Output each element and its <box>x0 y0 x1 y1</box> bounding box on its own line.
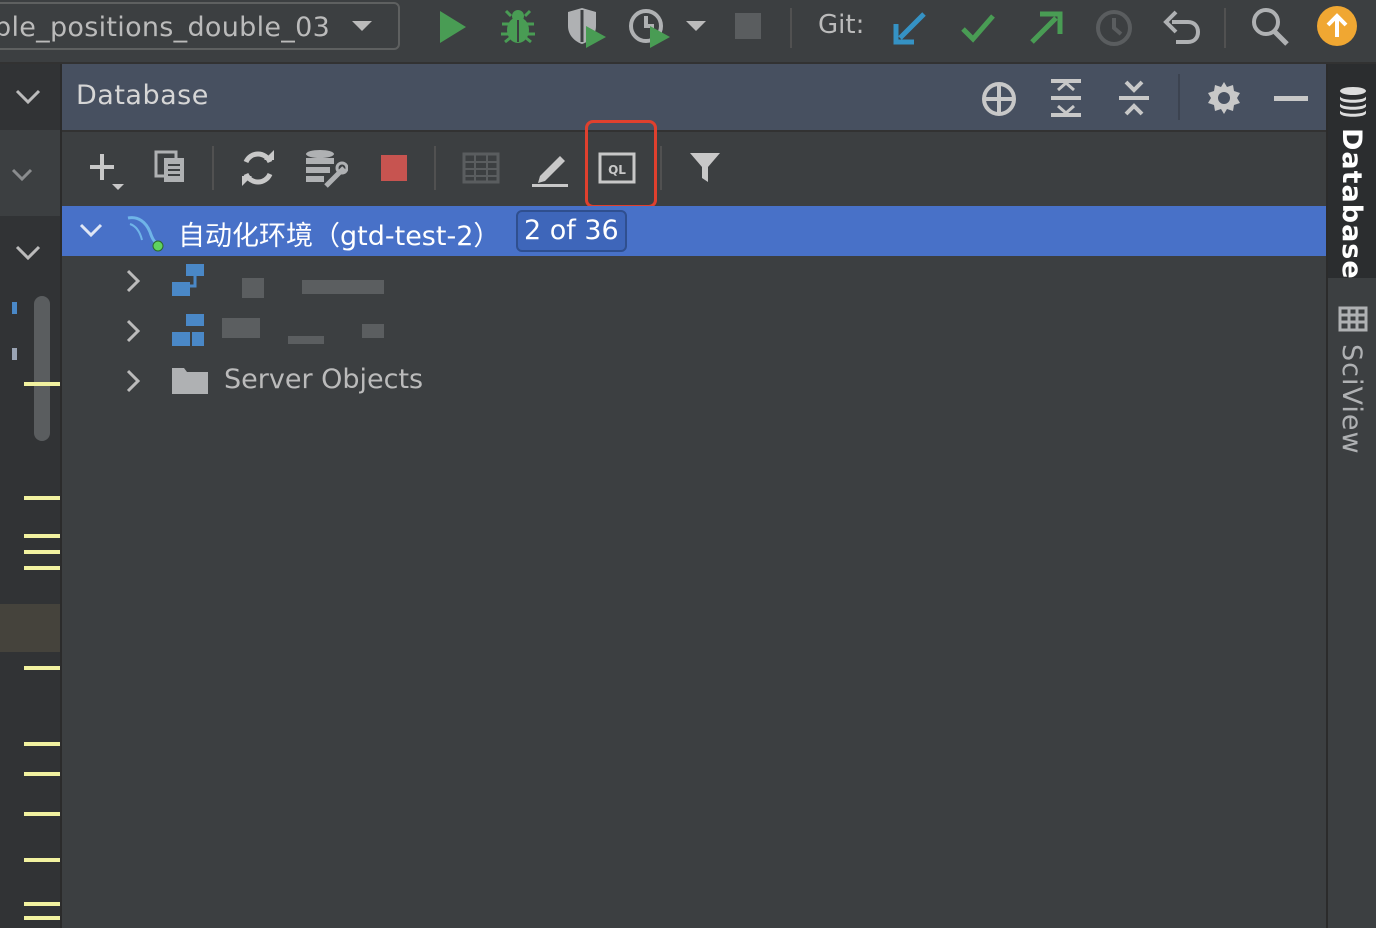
profile-icon[interactable] <box>628 6 672 50</box>
server-objects-label: Server Objects <box>224 364 424 395</box>
redacted-text <box>222 318 260 338</box>
schema-tools-icon[interactable] <box>304 148 348 188</box>
change-marker <box>12 302 17 314</box>
stop-icon[interactable] <box>734 12 762 40</box>
redacted-text <box>288 336 324 344</box>
settings-icon[interactable] <box>1206 80 1242 116</box>
gutter-mark <box>24 382 60 386</box>
sciview-icon <box>1338 306 1368 332</box>
run-configuration-label: ble_positions_double_03 <box>0 12 331 43</box>
tool-tab-database[interactable]: Database <box>1328 64 1376 280</box>
dropdown-arrow-icon <box>350 18 374 34</box>
gutter-scrollbar[interactable] <box>34 296 50 441</box>
schema-icon <box>170 262 210 298</box>
redacted-text <box>302 280 384 294</box>
gutter-mark <box>24 550 60 554</box>
chevron-down-icon[interactable] <box>14 242 42 262</box>
duplicate-icon[interactable] <box>154 150 188 184</box>
chevron-down-icon[interactable] <box>78 222 104 240</box>
stop-icon[interactable] <box>380 154 408 182</box>
run-configuration-selector[interactable]: ble_positions_double_03 <box>0 2 400 50</box>
tree-row-server-objects[interactable]: Server Objects <box>62 356 1326 406</box>
redacted-text <box>242 278 264 298</box>
gutter-mark <box>24 812 60 816</box>
chevron-right-icon[interactable] <box>124 268 142 294</box>
main-toolbar: ble_positions_double_03 Git: <box>0 0 1376 64</box>
filter-icon[interactable] <box>688 150 722 184</box>
run-icon[interactable] <box>434 8 470 46</box>
query-console-highlight <box>585 120 657 208</box>
gutter-mark <box>24 666 60 670</box>
toolbar-separator <box>434 146 436 190</box>
schema-count-badge[interactable]: 2 of 36 <box>516 210 627 252</box>
update-available-icon[interactable] <box>1316 5 1358 47</box>
database-tree: 自动化环境（gtd-test-2） 2 of 36 Server Objects <box>62 206 1326 928</box>
database-panel-toolbar: QL <box>62 132 1326 204</box>
git-commit-icon[interactable] <box>958 8 998 48</box>
mysql-datasource-icon <box>124 212 166 252</box>
database-icon <box>1338 86 1368 118</box>
chevron-down-icon[interactable] <box>14 86 42 106</box>
chevron-right-icon[interactable] <box>124 318 142 344</box>
tool-tab-sciview-label: SciView <box>1336 344 1367 455</box>
locate-icon[interactable] <box>980 80 1018 118</box>
database-panel-header: Database <box>62 64 1326 132</box>
search-icon[interactable] <box>1250 6 1290 48</box>
change-marker <box>12 348 17 360</box>
right-tool-stripe: Database SciView <box>1326 64 1376 928</box>
chevron-right-icon[interactable] <box>124 368 142 394</box>
editor-gutter <box>0 64 62 928</box>
chevron-down-icon[interactable] <box>10 166 34 184</box>
gutter-mark <box>24 772 60 776</box>
folder-icon <box>172 366 208 394</box>
expand-all-icon[interactable] <box>1048 78 1084 118</box>
panel-title: Database <box>76 80 209 111</box>
gutter-mark <box>24 534 60 538</box>
gutter-mark <box>24 916 60 920</box>
table-view-icon[interactable] <box>462 152 500 184</box>
gutter-mark <box>24 858 60 862</box>
toolbar-separator <box>1224 8 1226 48</box>
gutter-highlight <box>0 604 60 652</box>
gutter-mark <box>24 566 60 570</box>
tree-row-schema[interactable] <box>62 256 1326 306</box>
debug-icon[interactable] <box>498 6 538 46</box>
collapse-all-icon[interactable] <box>1116 78 1152 118</box>
git-push-icon[interactable] <box>1026 8 1066 48</box>
git-history-icon[interactable] <box>1094 8 1134 48</box>
coverage-icon[interactable] <box>564 6 608 50</box>
tree-row-root[interactable]: 自动化环境（gtd-test-2） 2 of 36 <box>62 206 1326 256</box>
gutter-mark <box>24 902 60 906</box>
header-separator <box>1178 74 1180 120</box>
add-icon[interactable] <box>88 152 128 192</box>
gutter-collapse-area <box>0 130 60 216</box>
schema-icon <box>170 312 210 348</box>
edit-icon[interactable] <box>530 148 570 188</box>
gutter-mark <box>24 742 60 746</box>
refresh-icon[interactable] <box>238 148 278 188</box>
toolbar-separator <box>660 146 662 190</box>
tool-tab-sciview[interactable]: SciView <box>1328 278 1376 468</box>
git-label: Git: <box>818 10 865 40</box>
toolbar-separator <box>212 146 214 190</box>
gutter-mark <box>24 496 60 500</box>
redacted-text <box>362 324 384 338</box>
datasource-label: 自动化环境（gtd-test-2） <box>178 221 501 252</box>
git-update-icon[interactable] <box>890 8 930 48</box>
dropdown-arrow-icon[interactable] <box>684 18 708 34</box>
undo-icon[interactable] <box>1162 8 1202 48</box>
tool-tab-database-label: Database <box>1336 128 1367 280</box>
toolbar-separator <box>790 8 792 48</box>
tree-row-schema[interactable] <box>62 306 1326 356</box>
minimize-icon[interactable] <box>1274 96 1308 102</box>
